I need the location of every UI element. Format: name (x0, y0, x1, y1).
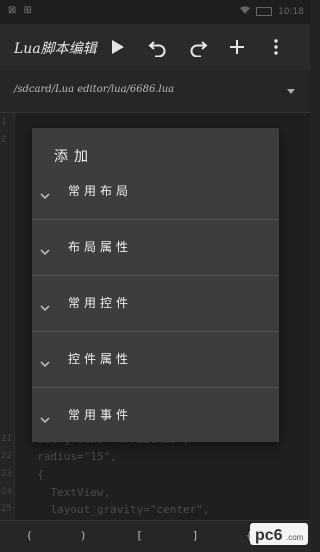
dialog-title: 添加 (54, 149, 94, 165)
dialog-item[interactable]: 常用事件 (32, 388, 279, 444)
line-number: 22 (1, 451, 12, 462)
code-line: TextView, (24, 485, 111, 499)
add-dialog: 添加 常用布局布局属性常用控件控件属性常用事件 (32, 128, 279, 442)
undo-icon (148, 41, 166, 57)
dialog-item-label: 布局属性 (68, 240, 133, 254)
add-button[interactable] (223, 33, 251, 61)
more-options-button[interactable] (262, 33, 290, 61)
status-right-cluster: 10:18 (240, 6, 304, 17)
line-number: 23 (1, 469, 12, 479)
line-number: 25 (1, 504, 12, 515)
status-time: 10:18 (278, 6, 304, 17)
line-number: 1 (1, 117, 7, 127)
dialog-item-label: 常用事件 (68, 408, 133, 422)
play-icon (112, 40, 124, 54)
dialog-item[interactable]: 常用控件 (32, 276, 279, 332)
line-number: 24 (1, 486, 12, 497)
dialog-item[interactable]: 布局属性 (32, 220, 279, 276)
status-notification-icons: ⊠ ⊞ (8, 5, 34, 16)
line-number: 2 (1, 134, 7, 145)
chevron-down-icon (40, 354, 50, 367)
run-button[interactable] (104, 33, 132, 61)
dialog-item-label: 控件属性 (68, 352, 133, 366)
file-path: /sdcard/Lua editor/lua/6686.lua (14, 84, 175, 95)
file-path-bar[interactable]: /sdcard/Lua editor/lua/6686.lua (0, 70, 310, 113)
plus-icon (230, 40, 244, 54)
chevron-down-icon (40, 242, 50, 255)
redo-icon (190, 41, 208, 57)
symbol-key[interactable]: [ (136, 529, 143, 542)
battery-icon (256, 7, 273, 16)
toolbar: Lua脚本编辑 (0, 24, 310, 70)
chevron-down-icon (40, 410, 50, 423)
symbol-key[interactable]: ) (80, 529, 87, 542)
more-vert-icon (274, 39, 278, 55)
chevron-down-icon (40, 186, 50, 199)
dialog-item[interactable]: 常用布局 (32, 164, 279, 220)
dialog-item[interactable]: 控件属性 (32, 332, 279, 388)
chevron-down-icon (40, 298, 50, 311)
wifi-icon (240, 6, 251, 17)
app-title: Lua脚本编辑 (14, 41, 97, 57)
undo-button[interactable] (144, 33, 172, 61)
redo-button[interactable] (184, 33, 212, 61)
dropdown-arrow-icon[interactable] (287, 89, 295, 94)
status-bar: ⊠ ⊞ 10:18 (0, 0, 310, 24)
code-line: layout_gravity="center", (24, 503, 210, 517)
line-number: 21 (1, 433, 12, 444)
watermark-logo: pc6 .com (250, 521, 308, 547)
dialog-item-label: 常用控件 (68, 296, 133, 310)
symbol-key[interactable]: ( (26, 529, 33, 542)
code-line: { (24, 468, 44, 481)
code-line: radius="15", (24, 450, 117, 464)
dialog-item-label: 常用布局 (68, 184, 133, 198)
svg-text:.com: .com (286, 533, 304, 542)
symbol-key[interactable]: ] (192, 529, 199, 542)
svg-text:pc6: pc6 (255, 527, 283, 544)
